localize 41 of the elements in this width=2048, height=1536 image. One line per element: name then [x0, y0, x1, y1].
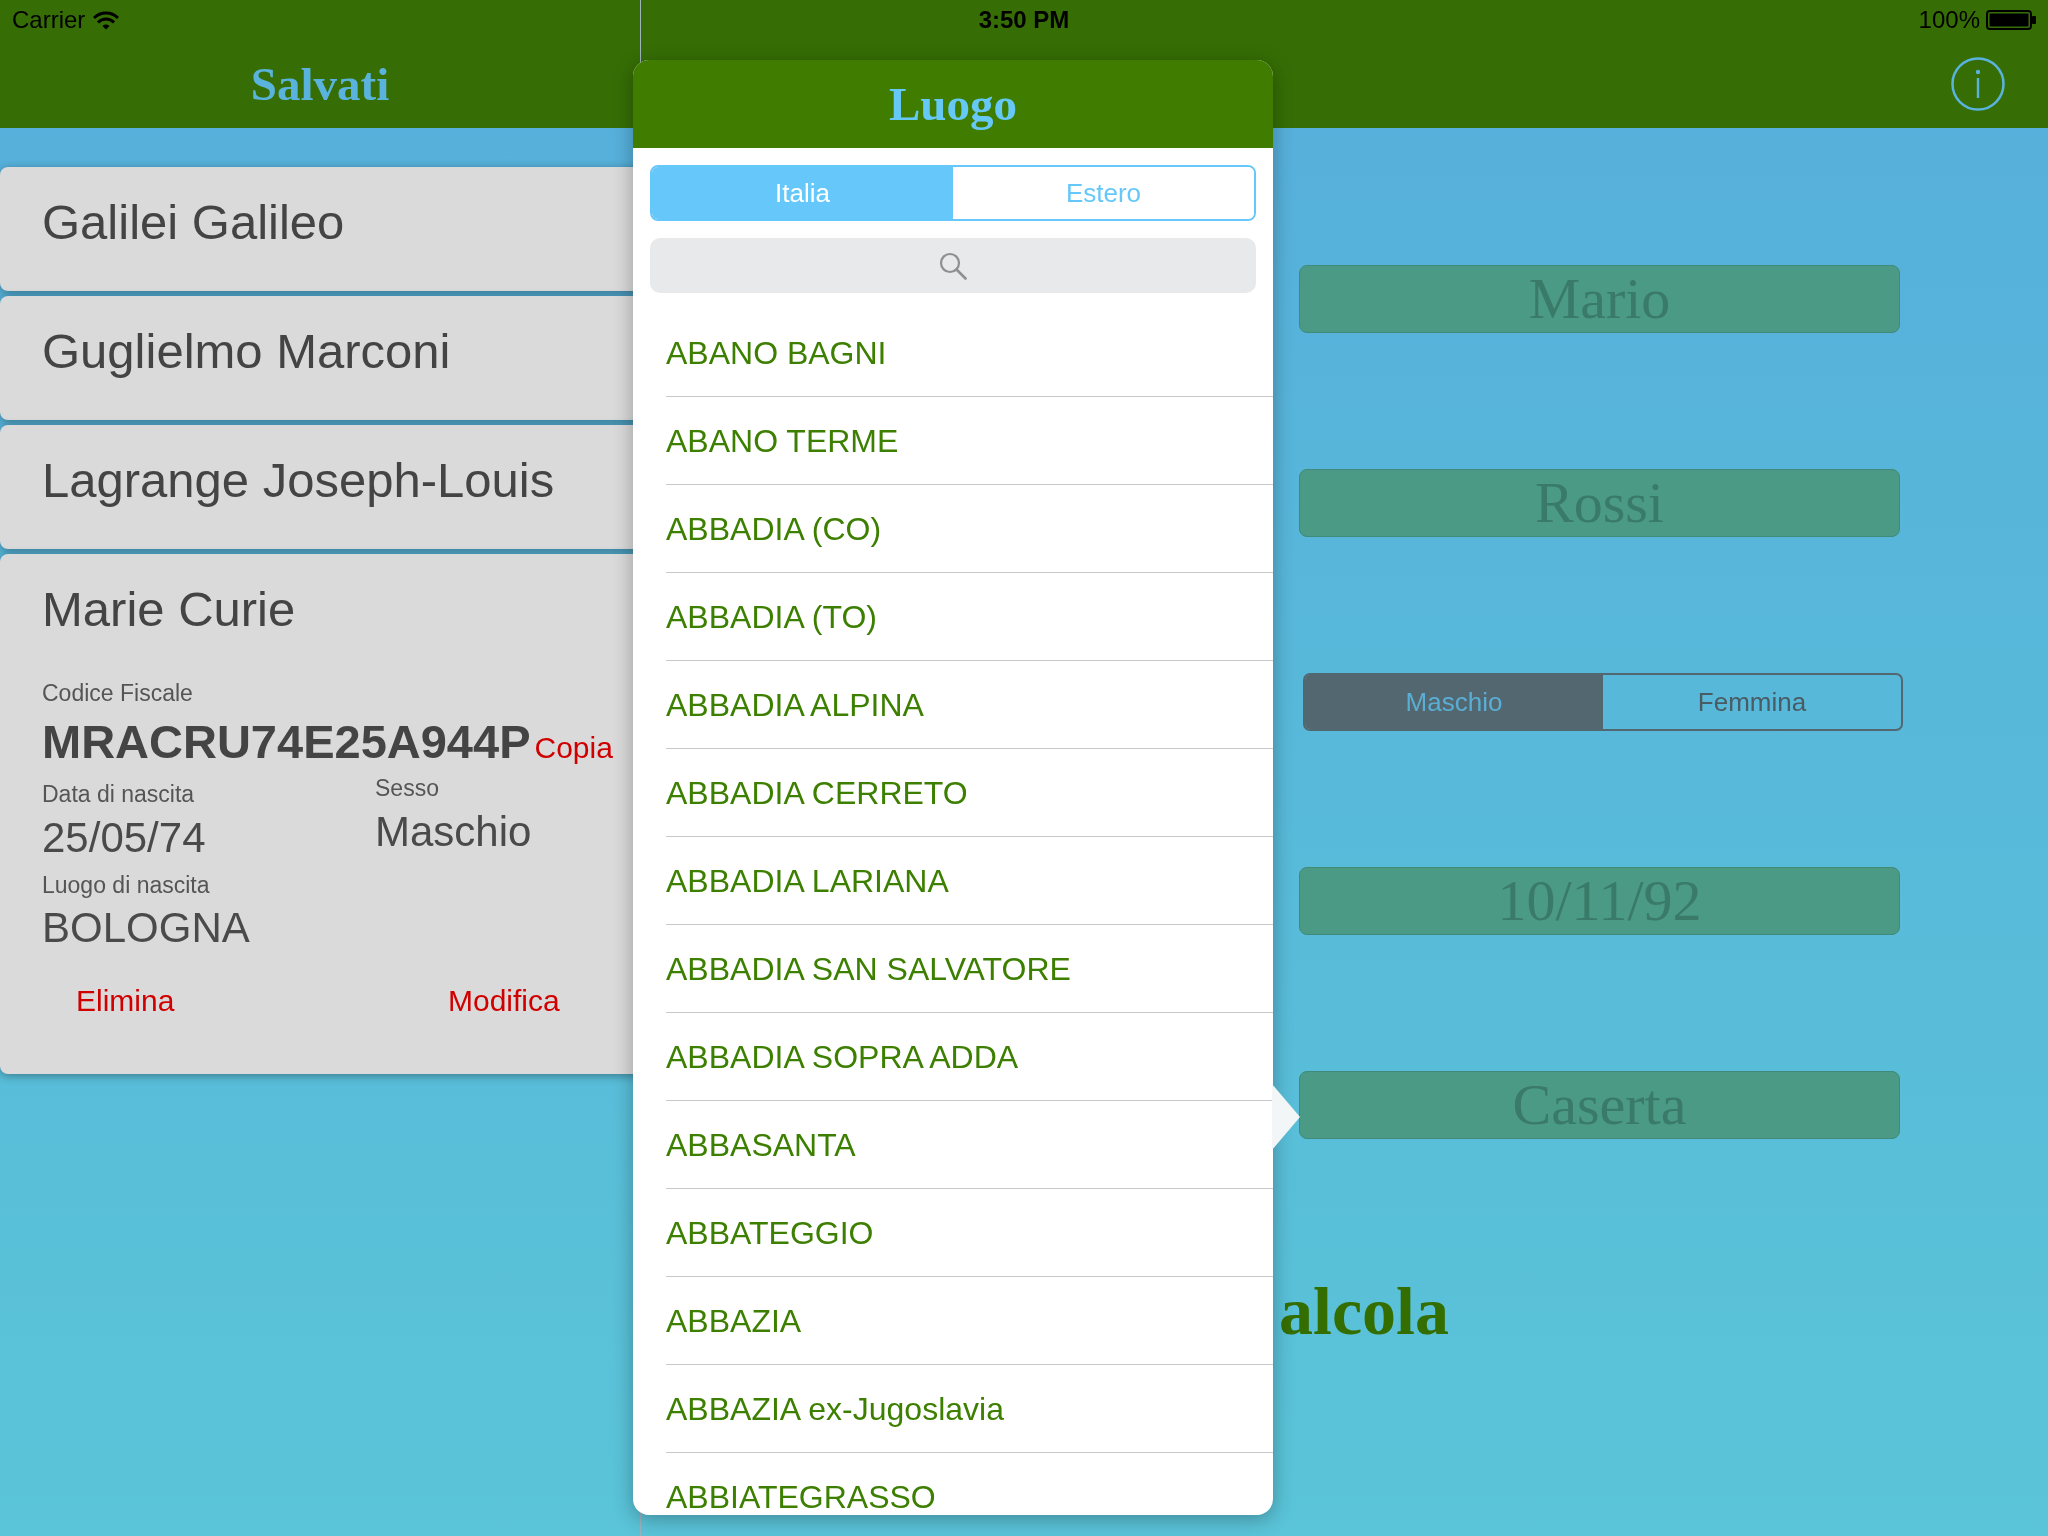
field-label: Codice Fiscale [42, 682, 194, 705]
popover-title: Luogo [889, 79, 1017, 129]
wifi-icon [93, 10, 120, 30]
search-icon [939, 251, 967, 280]
field-value: Maschio [375, 811, 533, 853]
search-field[interactable] [650, 238, 1256, 293]
info-icon[interactable] [1951, 57, 2005, 111]
battery-percentage: 100% [1918, 5, 1980, 35]
nav-title: Salvati [250, 59, 390, 109]
fiscal-code: MRACRU74E25A944P [42, 718, 531, 765]
list-item[interactable]: ABBADIA SAN SALVATORE [666, 925, 1273, 1013]
field-label: Sesso [375, 777, 440, 800]
list-item[interactable]: ABBIATEGRASSO [666, 1453, 1273, 1515]
person-name: Marie Curie [42, 585, 297, 634]
list-item[interactable]: ABBADIA ALPINA [666, 661, 1273, 749]
delete-button[interactable]: Elimina [76, 985, 175, 1016]
list-item[interactable]: ABBADIA (TO) [666, 573, 1273, 661]
field-value: 25/05/74 [42, 817, 207, 859]
field-label: Data di nascita [42, 783, 196, 806]
list-item[interactable]: ABBADIA (CO) [666, 485, 1273, 573]
list-item[interactable]: ABBAZIA [666, 1277, 1273, 1365]
list-item[interactable]: ABANO TERME [666, 397, 1273, 485]
status-time: 3:50 PM [978, 5, 1070, 35]
edit-button[interactable]: Modifica [448, 985, 560, 1016]
person-name: Galilei Galileo [42, 198, 346, 247]
calculate-button[interactable]: alcola [1279, 1277, 1449, 1345]
list-item[interactable]: ABANO BAGNI [666, 309, 1273, 397]
field-label: Luogo di nascita [42, 874, 211, 897]
list-item[interactable]: ABBADIA CERRETO [666, 749, 1273, 837]
popover-tail-icon [1272, 1084, 1300, 1150]
field-value: BOLOGNA [42, 907, 251, 949]
battery-icon [1986, 10, 2036, 30]
list-item[interactable]: ABBADIA LARIANA [666, 837, 1273, 925]
copy-button[interactable]: Copia [534, 733, 613, 763]
person-name: Guglielmo Marconi [42, 327, 452, 376]
list-item[interactable]: ABBAZIA ex-Jugoslavia [666, 1365, 1273, 1453]
list-item[interactable]: ABBADIA SOPRA ADDA [666, 1013, 1273, 1101]
list-item[interactable]: ABBATEGGIO [666, 1189, 1273, 1277]
carrier-label: Carrier [12, 5, 86, 35]
person-name: Lagrange Joseph-Louis [42, 456, 556, 505]
segment-button[interactable]: Femmina [1603, 675, 1901, 729]
